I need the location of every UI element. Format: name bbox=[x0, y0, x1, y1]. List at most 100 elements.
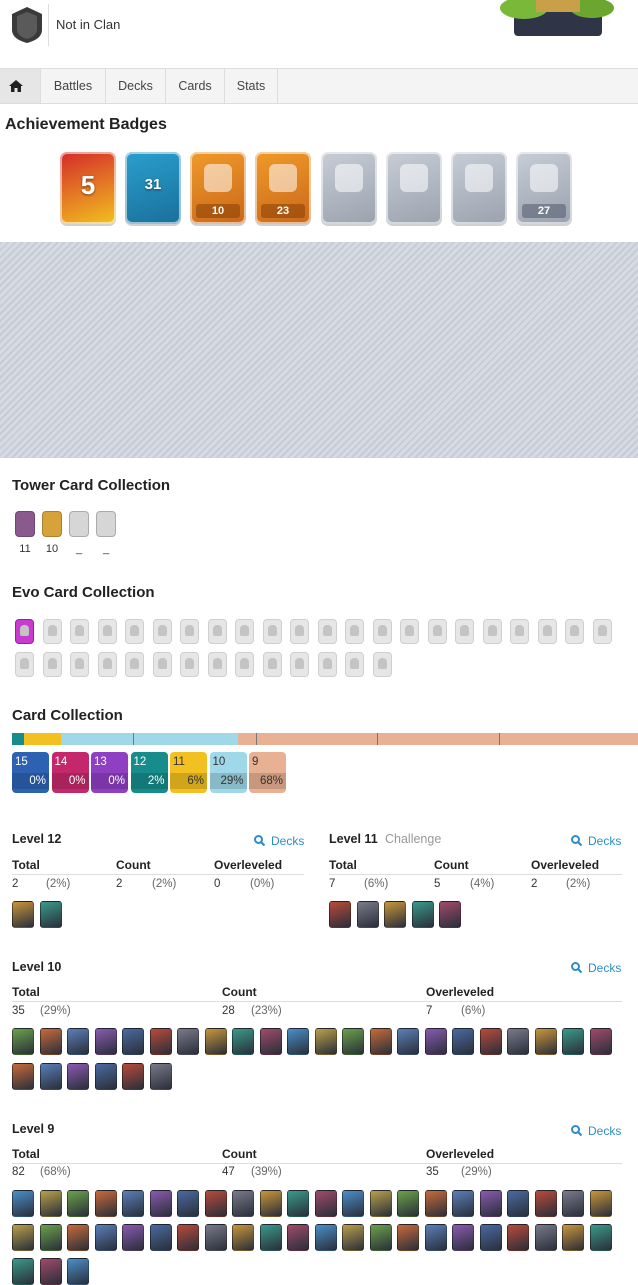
card-icon[interactable] bbox=[534, 1190, 557, 1217]
card-icon[interactable] bbox=[424, 1028, 447, 1055]
card-icon[interactable] bbox=[507, 1224, 529, 1251]
card-icon[interactable] bbox=[424, 1224, 447, 1251]
card-icon[interactable] bbox=[94, 1224, 117, 1251]
card-icon[interactable] bbox=[507, 1028, 529, 1055]
level-badge[interactable]: 31 bbox=[125, 152, 181, 224]
card-icon[interactable] bbox=[259, 1028, 282, 1055]
card-icon[interactable] bbox=[149, 1190, 172, 1217]
evo-card[interactable] bbox=[565, 619, 584, 644]
level-11-decks-link[interactable]: Decks bbox=[571, 834, 621, 848]
card-icon[interactable] bbox=[12, 1190, 34, 1217]
card-icon[interactable] bbox=[67, 1258, 89, 1285]
level-10-decks-link[interactable]: Decks bbox=[571, 961, 621, 975]
medal-badge[interactable] bbox=[451, 152, 507, 224]
level-12-decks-link[interactable]: Decks bbox=[254, 834, 304, 848]
card-icon[interactable] bbox=[204, 1028, 227, 1055]
tab-stats[interactable]: Stats bbox=[225, 69, 278, 103]
card-icon[interactable] bbox=[94, 1063, 117, 1090]
evo-card[interactable] bbox=[537, 619, 557, 644]
card-icon[interactable] bbox=[204, 1190, 227, 1217]
card-icon[interactable] bbox=[589, 1028, 612, 1055]
card-icon[interactable] bbox=[287, 1224, 309, 1251]
card-icon[interactable] bbox=[12, 1224, 34, 1251]
card-icon[interactable] bbox=[177, 1028, 199, 1055]
evo-card[interactable] bbox=[152, 652, 172, 677]
evo-card[interactable] bbox=[15, 619, 34, 644]
evo-card[interactable] bbox=[180, 652, 199, 677]
evo-card[interactable] bbox=[15, 652, 34, 677]
card-icon[interactable] bbox=[122, 1190, 144, 1217]
card-icon[interactable] bbox=[39, 1028, 62, 1055]
evo-card[interactable] bbox=[125, 619, 144, 644]
evo-card[interactable] bbox=[262, 619, 282, 644]
card-icon[interactable] bbox=[259, 1224, 282, 1251]
card-icon[interactable] bbox=[67, 1190, 89, 1217]
evo-card[interactable] bbox=[70, 619, 89, 644]
tab-battles[interactable]: Battles bbox=[41, 69, 106, 103]
cards-badge[interactable]: 10 bbox=[190, 152, 246, 224]
evo-card[interactable] bbox=[125, 652, 144, 677]
card-icon[interactable] bbox=[314, 1224, 337, 1251]
tab-decks[interactable]: Decks bbox=[106, 69, 166, 103]
evo-card[interactable] bbox=[455, 619, 474, 644]
evo-card[interactable] bbox=[290, 652, 309, 677]
card-icon[interactable] bbox=[397, 1190, 419, 1217]
crown-badge[interactable]: 23 bbox=[255, 152, 311, 224]
card-icon[interactable] bbox=[424, 1190, 447, 1217]
card-icon[interactable] bbox=[452, 1190, 474, 1217]
evo-card[interactable] bbox=[345, 619, 364, 644]
card-icon[interactable] bbox=[314, 1190, 337, 1217]
card-icon[interactable] bbox=[452, 1224, 474, 1251]
card-icon[interactable] bbox=[384, 901, 406, 928]
card-icon[interactable] bbox=[40, 901, 62, 928]
evo-card[interactable] bbox=[372, 619, 392, 644]
card-icon[interactable] bbox=[534, 1224, 557, 1251]
card-icon[interactable] bbox=[39, 1224, 62, 1251]
card-icon[interactable] bbox=[507, 1190, 529, 1217]
card-icon[interactable] bbox=[329, 901, 351, 928]
tab-home[interactable] bbox=[0, 69, 41, 103]
tower-card[interactable] bbox=[15, 511, 35, 537]
card-icon[interactable] bbox=[314, 1028, 337, 1055]
card-icon[interactable] bbox=[232, 1190, 254, 1217]
card-icon[interactable] bbox=[12, 1028, 34, 1055]
card-icon[interactable] bbox=[562, 1224, 584, 1251]
card-icon[interactable] bbox=[94, 1028, 117, 1055]
card-icon[interactable] bbox=[177, 1224, 199, 1251]
evo-card[interactable] bbox=[97, 619, 117, 644]
card-icon[interactable] bbox=[589, 1224, 612, 1251]
card-icon[interactable] bbox=[67, 1224, 89, 1251]
evo-card[interactable] bbox=[207, 652, 227, 677]
evo-card[interactable] bbox=[97, 652, 117, 677]
card-icon[interactable] bbox=[204, 1224, 227, 1251]
card-icon[interactable] bbox=[149, 1063, 172, 1090]
card-icon[interactable] bbox=[39, 1063, 62, 1090]
card-icon[interactable] bbox=[122, 1028, 144, 1055]
evo-card[interactable] bbox=[262, 652, 282, 677]
card-icon[interactable] bbox=[67, 1063, 89, 1090]
card-icon[interactable] bbox=[342, 1224, 364, 1251]
card-icon[interactable] bbox=[369, 1224, 392, 1251]
deck-badge[interactable]: 27 bbox=[516, 152, 572, 224]
card-icon[interactable] bbox=[439, 901, 461, 928]
years-played-badge[interactable]: 5 bbox=[60, 152, 116, 224]
card-icon[interactable] bbox=[232, 1224, 254, 1251]
evo-card[interactable] bbox=[510, 619, 529, 644]
evo-card[interactable] bbox=[345, 652, 364, 677]
evo-card[interactable] bbox=[372, 652, 392, 677]
evo-card[interactable] bbox=[70, 652, 89, 677]
card-icon[interactable] bbox=[94, 1190, 117, 1217]
evo-card[interactable] bbox=[317, 652, 337, 677]
evo-card[interactable] bbox=[592, 619, 612, 644]
card-icon[interactable] bbox=[287, 1028, 309, 1055]
evo-card[interactable] bbox=[482, 619, 502, 644]
tab-cards[interactable]: Cards bbox=[166, 69, 225, 103]
king-tower-badge[interactable] bbox=[321, 152, 377, 224]
card-icon[interactable] bbox=[479, 1224, 502, 1251]
card-icon[interactable] bbox=[342, 1190, 364, 1217]
card-icon[interactable] bbox=[342, 1028, 364, 1055]
collection-badge[interactable] bbox=[386, 152, 442, 224]
evo-card[interactable] bbox=[207, 619, 227, 644]
card-icon[interactable] bbox=[562, 1190, 584, 1217]
evo-card[interactable] bbox=[42, 652, 62, 677]
